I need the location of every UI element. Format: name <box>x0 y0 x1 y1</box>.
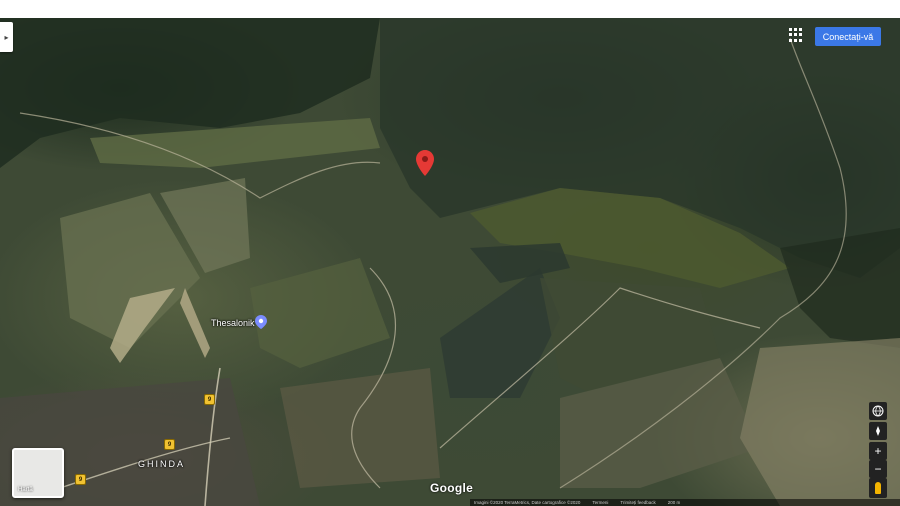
apps-grid-icon[interactable] <box>789 28 803 42</box>
zoom-out-button[interactable]: − <box>869 460 887 478</box>
google-logo: Google <box>430 481 474 495</box>
feedback-link[interactable]: Trimiteți feedback <box>620 500 655 505</box>
sign-in-button[interactable]: Conectați-vă <box>815 27 881 46</box>
scale-label: 200 m <box>667 500 681 505</box>
satellite-map[interactable] <box>0 18 900 506</box>
compass-icon[interactable] <box>869 422 887 440</box>
town-label: GHINDA <box>138 459 186 469</box>
location-pin-icon[interactable] <box>416 150 434 176</box>
map-type-toggle[interactable]: Hartă <box>12 448 64 498</box>
minimap-label: Hartă <box>18 487 33 493</box>
attribution-text: Imagini ©2020 TerraMetrics, Date cartogr… <box>474 500 581 505</box>
road-shield: 9 <box>204 394 215 405</box>
zoom-in-button[interactable]: + <box>869 442 887 460</box>
collapse-panel-tab[interactable]: ▸ <box>0 22 13 52</box>
road-shield: 9 <box>164 439 175 450</box>
top-bar <box>0 0 900 18</box>
place-marker-icon[interactable] <box>255 315 267 329</box>
attribution-bar: Imagini ©2020 TerraMetrics, Date cartogr… <box>470 499 900 506</box>
road-shield: 9 <box>75 474 86 485</box>
street-view-pegman-icon[interactable] <box>869 478 887 498</box>
terms-link[interactable]: Termeni <box>592 500 608 505</box>
globe-icon[interactable] <box>869 402 887 420</box>
place-label[interactable]: Thesalonik <box>211 318 255 328</box>
map-terrain <box>0 18 900 506</box>
